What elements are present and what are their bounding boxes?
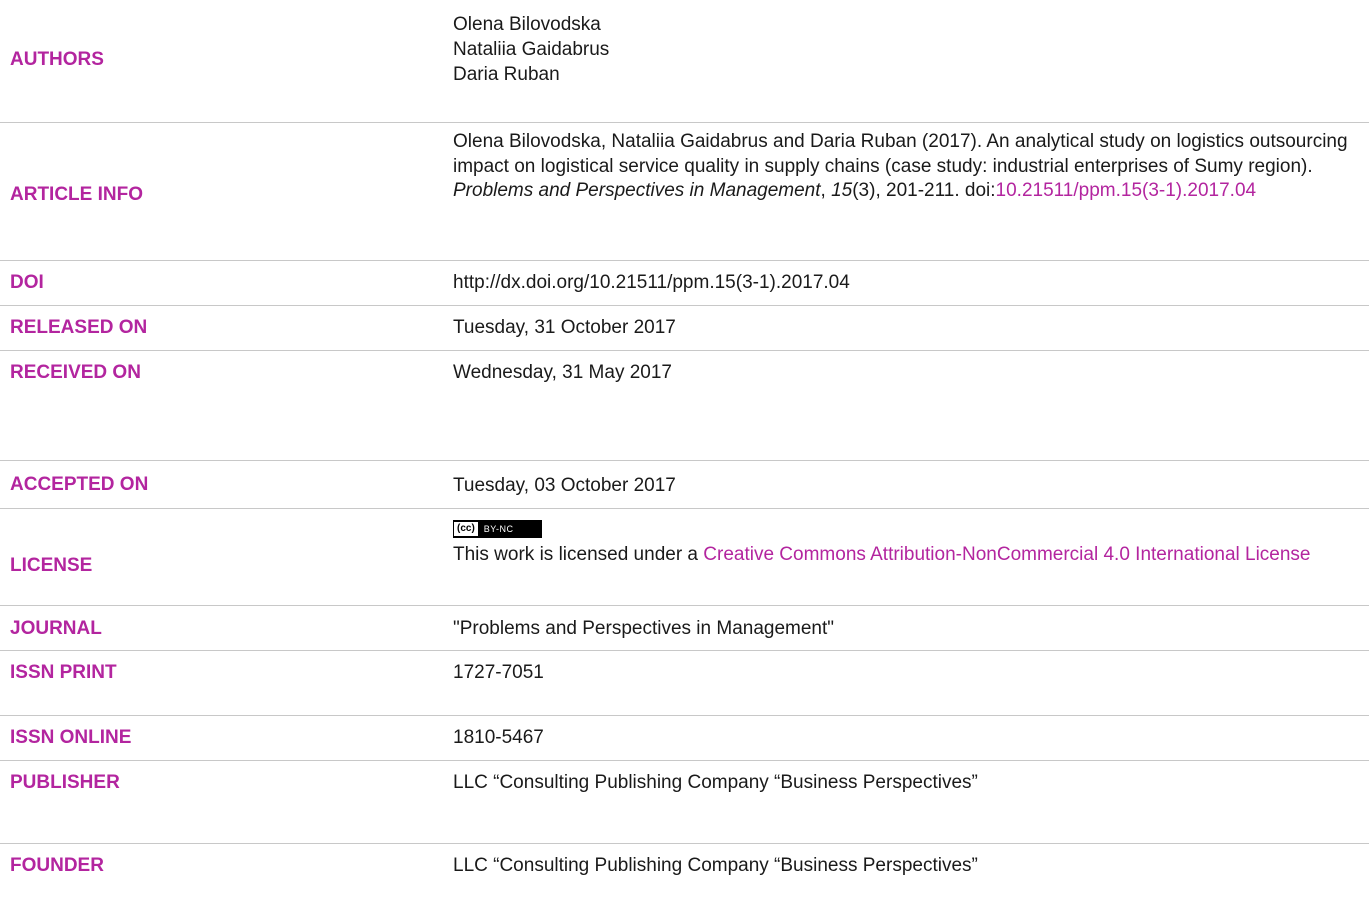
license-statement: This work is licensed under a (453, 544, 704, 565)
citation-comma: , (820, 180, 832, 201)
license-link[interactable]: Creative Commons Attribution-NonCommerci… (703, 544, 1310, 565)
article-citation: Olena Bilovodska, Nataliia Gaidabrus and… (453, 130, 1369, 204)
received-on-label: RECEIVED ON (10, 362, 141, 383)
citation-text: Olena Bilovodska, Nataliia Gaidabrus and… (453, 131, 1348, 177)
journal-label: JOURNAL (10, 618, 102, 639)
row-doi: DOI http://dx.doi.org/10.21511/ppm.15(3-… (0, 261, 1369, 306)
authors-label: AUTHORS (10, 49, 104, 70)
row-accepted-on: ACCEPTED ON Tuesday, 03 October 2017 (0, 461, 1369, 509)
released-on-value: Tuesday, 31 October 2017 (453, 317, 676, 338)
citation-volume: 15 (831, 180, 853, 201)
released-on-label: RELEASED ON (10, 317, 148, 338)
cc-icon: (cc) (454, 522, 479, 536)
citation-issue-pages: (3), 201-211. doi: (852, 180, 996, 201)
issn-online-label: ISSN ONLINE (10, 727, 132, 748)
issn-print-label: ISSN PRINT (10, 662, 117, 683)
row-released-on: RELEASED ON Tuesday, 31 October 2017 (0, 306, 1369, 351)
author-name: Olena Bilovodska (453, 14, 601, 35)
license-label: LICENSE (10, 555, 93, 576)
row-article-info: ARTICLE INFO Olena Bilovodska, Nataliia … (0, 123, 1369, 261)
doi-label: DOI (10, 272, 44, 293)
cc-by-nc-badge[interactable]: (cc) BY-NC (453, 520, 543, 538)
publisher-value: LLC “Consulting Publishing Company “Busi… (453, 772, 978, 793)
article-info-label: ARTICLE INFO (10, 184, 143, 205)
doi-value: http://dx.doi.org/10.21511/ppm.15(3-1).2… (453, 272, 850, 293)
row-license: LICENSE (cc) BY-NC This work is licensed… (0, 509, 1369, 606)
founder-value: LLC “Consulting Publishing Company “Busi… (453, 855, 978, 876)
row-founder: FOUNDER LLC “Consulting Publishing Compa… (0, 844, 1369, 911)
accepted-on-value: Tuesday, 03 October 2017 (453, 475, 676, 496)
founder-label: FOUNDER (10, 855, 104, 876)
accepted-on-label: ACCEPTED ON (10, 474, 149, 495)
row-issn-print: ISSN PRINT 1727-7051 (0, 651, 1369, 716)
author-name: Nataliia Gaidabrus (453, 39, 610, 60)
row-issn-online: ISSN ONLINE 1810-5467 (0, 716, 1369, 761)
received-on-value: Wednesday, 31 May 2017 (453, 362, 672, 383)
issn-print-value: 1727-7051 (453, 662, 544, 683)
row-authors: AUTHORS Olena Bilovodska Nataliia Gaidab… (0, 0, 1369, 123)
row-received-on: RECEIVED ON Wednesday, 31 May 2017 (0, 351, 1369, 461)
issn-online-value: 1810-5467 (453, 727, 544, 748)
citation-doi-link[interactable]: 10.21511/ppm.15(3-1).2017.04 (996, 180, 1257, 201)
journal-value: "Problems and Perspectives in Management… (453, 618, 835, 639)
license-text: This work is licensed under a Creative C… (453, 542, 1369, 567)
author-name: Daria Ruban (453, 64, 560, 85)
citation-journal: Problems and Perspectives in Management (453, 180, 821, 201)
cc-terms: BY-NC (483, 524, 514, 534)
authors-list: Olena Bilovodska Nataliia Gaidabrus Dari… (453, 12, 1369, 87)
row-publisher: PUBLISHER LLC “Consulting Publishing Com… (0, 761, 1369, 844)
row-journal: JOURNAL "Problems and Perspectives in Ma… (0, 606, 1369, 651)
license-content: (cc) BY-NC This work is licensed under a… (453, 513, 1369, 567)
publisher-label: PUBLISHER (10, 772, 120, 793)
